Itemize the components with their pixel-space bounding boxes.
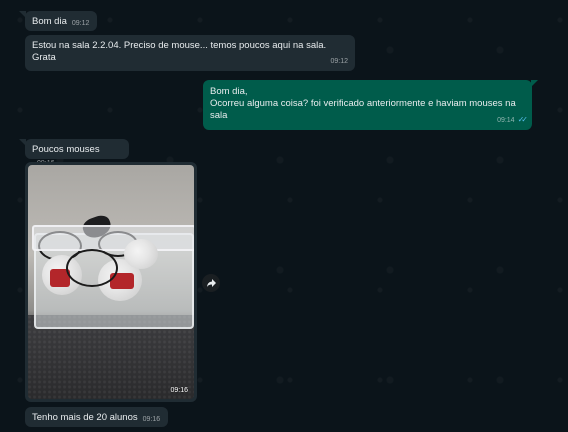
message-time-wrap: 09:14 ✓✓	[497, 114, 529, 127]
message-incoming[interactable]: Bom dia 09:12	[19, 11, 97, 31]
message-time: 09:16	[170, 387, 188, 394]
message-incoming[interactable]: Poucos mouses09:16	[19, 139, 129, 167]
message-time: 09:16	[142, 416, 161, 423]
message-time: 09:12	[71, 20, 90, 27]
message-text-line: Grata	[32, 52, 56, 63]
photo-mouse-item	[124, 239, 158, 269]
message-text-line: Ocorreu alguma coisa? foi verificado ant…	[210, 98, 516, 109]
chat-panel: Bom dia 09:12 Estou na sala 2.2.04. Preci…	[0, 0, 568, 432]
photo-cable	[66, 249, 118, 287]
message-incoming[interactable]: Tenho mais de 20 alunos 09:16	[25, 407, 168, 427]
double-check-icon: ✓✓	[517, 115, 529, 124]
message-outgoing[interactable]: Bom dia, Ocorreu alguma coisa? foi verif…	[203, 80, 538, 130]
message-text-line: Bom dia,	[210, 86, 248, 97]
forward-button[interactable]	[202, 274, 220, 292]
message-time: 09:14	[497, 117, 515, 124]
message-text-line: Estou na sala 2.2.04. Preciso de mouse..…	[32, 40, 327, 51]
image-message[interactable]: 09:16	[25, 162, 197, 402]
message-text: Tenho mais de 20 alunos	[32, 412, 138, 423]
forward-arrow-icon	[206, 279, 216, 287]
message-text-line: sala	[210, 110, 228, 121]
photo-box-lid	[32, 225, 194, 251]
message-text: Poucos mouses	[32, 144, 100, 155]
message-time: 09:12	[330, 58, 348, 65]
message-text: Bom dia	[32, 16, 67, 27]
photo-mouses-box[interactable]: 09:16	[28, 165, 194, 399]
message-incoming[interactable]: Estou na sala 2.2.04. Preciso de mouse..…	[25, 35, 355, 71]
